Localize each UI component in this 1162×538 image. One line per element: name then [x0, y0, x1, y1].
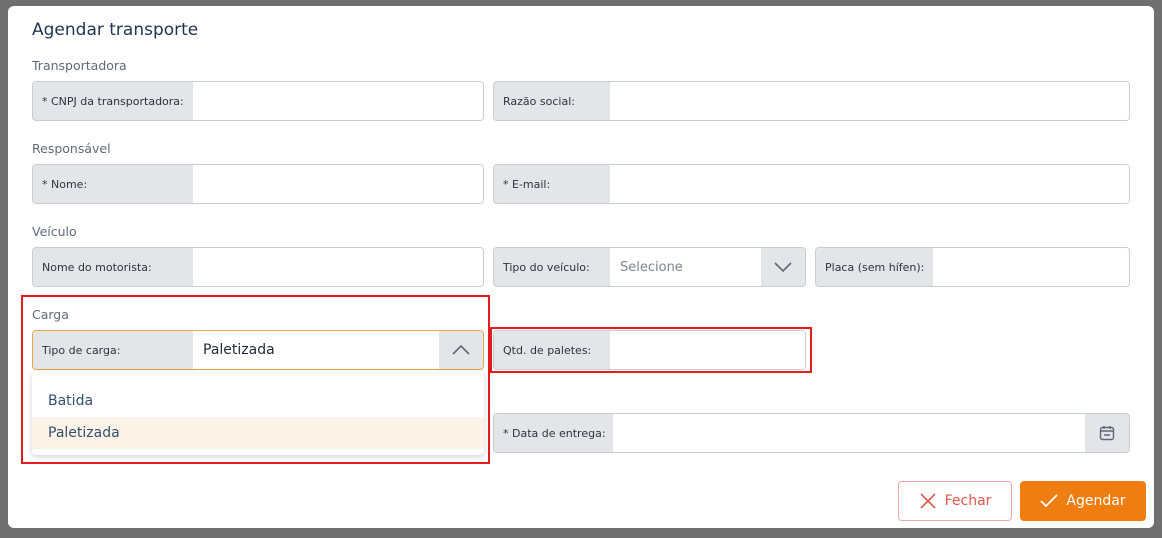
nome-motorista-field[interactable]: Nome do motorista:: [32, 247, 484, 287]
data-entrega-input[interactable]: [613, 414, 1085, 452]
nome-motorista-label: Nome do motorista:: [33, 248, 193, 286]
schedule-button-label: Agendar: [1066, 493, 1126, 509]
placa-label: Placa (sem hífen):: [816, 248, 933, 286]
close-button[interactable]: Fechar: [898, 481, 1012, 521]
chevron-down-icon[interactable]: [761, 248, 805, 286]
email-label: * E-mail:: [494, 165, 610, 203]
placa-input[interactable]: [933, 248, 1129, 286]
tipo-veiculo-select[interactable]: Tipo do veículo: Selecione: [493, 247, 806, 287]
email-field[interactable]: * E-mail:: [493, 164, 1130, 204]
nome-motorista-input[interactable]: [193, 248, 483, 286]
data-entrega-label: * Data de entrega:: [494, 414, 613, 452]
nome-input[interactable]: [193, 165, 483, 203]
section-label-veiculo: Veículo: [32, 224, 77, 239]
tipo-veiculo-value[interactable]: Selecione: [610, 248, 761, 286]
qtd-paletes-field[interactable]: Qtd. de paletes:: [493, 330, 806, 370]
nome-label: * Nome:: [33, 165, 193, 203]
cnpj-field[interactable]: * CNPJ da transportadora:: [32, 81, 484, 121]
section-label-responsavel: Responsável: [32, 141, 111, 156]
close-button-label: Fechar: [944, 493, 992, 509]
tipo-carga-label: Tipo de carga:: [33, 331, 193, 369]
dropdown-option-batida[interactable]: Batida: [32, 385, 484, 417]
qtd-paletes-input[interactable]: [610, 331, 805, 369]
close-icon: [920, 493, 936, 509]
email-input[interactable]: [610, 165, 1129, 203]
data-entrega-field[interactable]: * Data de entrega:: [493, 413, 1130, 453]
dropdown-option-paletizada[interactable]: Paletizada: [32, 417, 484, 449]
tipo-carga-value[interactable]: Paletizada: [193, 331, 439, 369]
tipo-veiculo-label: Tipo do veículo:: [494, 248, 610, 286]
chevron-up-icon[interactable]: [439, 331, 483, 369]
cnpj-input[interactable]: [193, 82, 483, 120]
schedule-button[interactable]: Agendar: [1020, 481, 1146, 521]
calendar-icon[interactable]: [1085, 414, 1129, 452]
nome-field[interactable]: * Nome:: [32, 164, 484, 204]
section-label-transportadora: Transportadora: [32, 58, 127, 73]
modal-title: Agendar transporte: [32, 20, 199, 40]
check-icon: [1040, 494, 1059, 508]
qtd-paletes-label: Qtd. de paletes:: [494, 331, 610, 369]
tipo-carga-select[interactable]: Tipo de carga: Paletizada: [32, 330, 484, 370]
schedule-transport-modal: Agendar transporte Transportadora * CNPJ…: [8, 6, 1154, 528]
razao-social-label: Razão social:: [494, 82, 610, 120]
placa-field[interactable]: Placa (sem hífen):: [815, 247, 1130, 287]
razao-social-input[interactable]: [610, 82, 1129, 120]
cnpj-label: * CNPJ da transportadora:: [33, 82, 193, 120]
tipo-carga-dropdown: Batida Paletizada: [32, 371, 484, 455]
razao-social-field[interactable]: Razão social:: [493, 81, 1130, 121]
section-label-carga: Carga: [32, 307, 69, 322]
